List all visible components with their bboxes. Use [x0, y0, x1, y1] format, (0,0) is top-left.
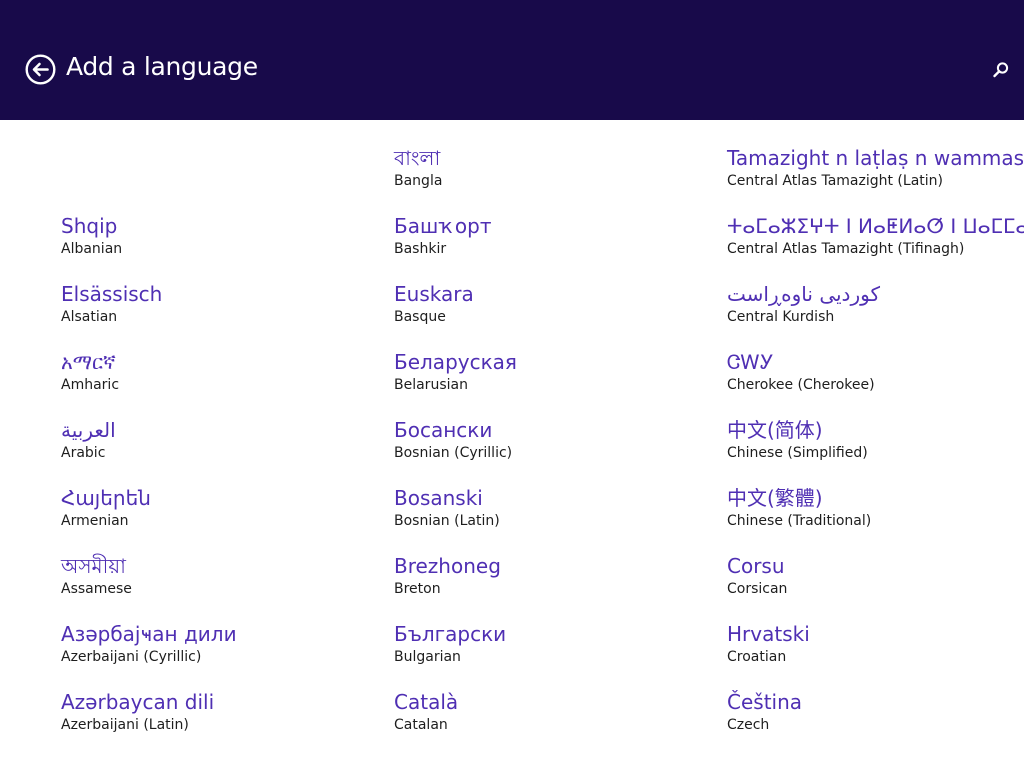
language-native-name: Башҡорт: [394, 214, 492, 238]
language-native-name: کوردیی ناوەڕاست: [727, 282, 880, 306]
language-native-name: Hrvatski: [727, 622, 810, 646]
search-icon: [991, 60, 1011, 80]
language-item[interactable]: ⵜⴰⵎⴰⵣⵉⵖⵜ ⵏ ⵍⴰⵟⵍⴰⵚ ⵏ ⵡⴰⵎⵎⴰⵙ Central Atlas …: [727, 214, 1024, 272]
language-english-name: Bulgarian: [394, 649, 461, 665]
language-english-name: Arabic: [61, 445, 106, 461]
language-english-name: Azerbaijani (Latin): [61, 717, 189, 733]
language-english-name: Amharic: [61, 377, 120, 393]
language-item[interactable]: Corsu Corsican: [727, 554, 1024, 612]
language-english-name: Breton: [394, 581, 441, 597]
language-native-name: Azərbaycan dili: [61, 690, 215, 714]
language-native-name: ᏣᎳᎩ: [727, 350, 774, 374]
language-item[interactable]: Bosanski Bosnian (Latin): [394, 486, 694, 544]
language-item[interactable]: ᏣᎳᎩ Cherokee (Cherokee): [727, 350, 1024, 408]
language-native-name: Български: [394, 622, 507, 646]
language-english-name: Chinese (Traditional): [727, 513, 872, 529]
language-english-name: Croatian: [727, 649, 787, 665]
language-native-name: Tamazight n laṭlaṣ n wammas: [727, 146, 1024, 170]
language-native-name: العربية: [61, 418, 116, 442]
language-english-name: Albanian: [61, 241, 123, 257]
page-title: Add a language: [66, 52, 258, 81]
language-native-name: 中文(简体): [727, 418, 823, 442]
language-list: Shqip Albanian Elsässisch Alsatian አማርኛ Amhar…: [0, 120, 1024, 768]
back-arrow-circle-icon: [25, 54, 56, 85]
language-english-name: Czech: [727, 717, 770, 733]
language-item[interactable]: አማርኛ Amharic: [61, 350, 361, 408]
language-native-name: አማርኛ: [61, 350, 116, 374]
language-english-name: Bashkir: [394, 241, 447, 257]
language-item[interactable]: Čeština Czech: [727, 690, 1024, 748]
language-english-name: Corsican: [727, 581, 788, 597]
language-item[interactable]: Български Bulgarian: [394, 622, 694, 680]
language-item[interactable]: Беларуская Belarusian: [394, 350, 694, 408]
language-english-name: Catalan: [394, 717, 448, 733]
language-native-name: Català: [394, 690, 459, 714]
language-native-name: Shqip: [61, 214, 118, 238]
language-item[interactable]: 中文(繁體) Chinese (Traditional): [727, 486, 1024, 544]
language-native-name: Босански: [394, 418, 493, 442]
language-item[interactable]: অসমীয়া Assamese: [61, 554, 361, 612]
search-button[interactable]: [991, 60, 1011, 80]
language-native-name: অসমীয়া: [61, 554, 126, 578]
language-item[interactable]: کوردیی ناوەڕاست Central Kurdish: [727, 282, 1024, 340]
language-item[interactable]: Азәрбајҹан дили Azerbaijani (Cyrillic): [61, 622, 361, 680]
language-english-name: Alsatian: [61, 309, 118, 325]
language-native-name: Азәрбајҹан дили: [61, 622, 237, 646]
language-english-name: Cherokee (Cherokee): [727, 377, 875, 393]
language-item[interactable]: العربية Arabic: [61, 418, 361, 476]
language-native-name: Corsu: [727, 554, 785, 578]
language-native-name: Elsässisch: [61, 282, 163, 306]
language-item[interactable]: Euskara Basque: [394, 282, 694, 340]
app-header: Add a language: [0, 0, 1024, 120]
language-english-name: Bosnian (Latin): [394, 513, 500, 529]
language-native-name: Čeština: [727, 690, 803, 714]
language-english-name: Central Atlas Tamazight (Latin): [727, 173, 943, 189]
language-native-name: Brezhoneg: [394, 554, 501, 578]
language-english-name: Central Atlas Tamazight (Tifinagh): [727, 241, 965, 257]
language-item[interactable]: Elsässisch Alsatian: [61, 282, 361, 340]
language-english-name: Bangla: [394, 173, 443, 189]
language-native-name: বাংলা: [394, 146, 441, 170]
language-item[interactable]: Azərbaycan dili Azerbaijani (Latin): [61, 690, 361, 748]
language-english-name: Armenian: [61, 513, 129, 529]
language-english-name: Belarusian: [394, 377, 468, 393]
language-native-name: Հայերեն: [61, 486, 151, 510]
language-item[interactable]: Shqip Albanian: [61, 214, 361, 272]
back-button[interactable]: [25, 54, 56, 85]
language-item[interactable]: Hrvatski Croatian: [727, 622, 1024, 680]
language-item[interactable]: Tamazight n laṭlaṣ n wammas Central Atlas…: [727, 146, 1024, 204]
language-native-name: Bosanski: [394, 486, 483, 510]
language-native-name: 中文(繁體): [727, 486, 823, 510]
language-english-name: Assamese: [61, 581, 132, 597]
language-item[interactable]: Босански Bosnian (Cyrillic): [394, 418, 694, 476]
language-item[interactable]: Հայերեն Armenian: [61, 486, 361, 544]
language-native-name: ⵜⴰⵎⴰⵣⵉⵖⵜ ⵏ ⵍⴰⵟⵍⴰⵚ ⵏ ⵡⴰⵎⵎⴰⵙ: [727, 214, 1024, 238]
language-item[interactable]: Català Catalan: [394, 690, 694, 748]
language-native-name: Euskara: [394, 282, 474, 306]
language-english-name: Central Kurdish: [727, 309, 835, 325]
language-english-name: Azerbaijani (Cyrillic): [61, 649, 202, 665]
language-native-name: Беларуская: [394, 350, 517, 374]
language-english-name: Chinese (Simplified): [727, 445, 868, 461]
language-item[interactable]: Brezhoneg Breton: [394, 554, 694, 612]
language-english-name: Basque: [394, 309, 446, 325]
language-item[interactable]: বাংলা Bangla: [394, 146, 694, 204]
language-item[interactable]: Башҡорт Bashkir: [394, 214, 694, 272]
language-item[interactable]: 中文(简体) Chinese (Simplified): [727, 418, 1024, 476]
language-english-name: Bosnian (Cyrillic): [394, 445, 513, 461]
